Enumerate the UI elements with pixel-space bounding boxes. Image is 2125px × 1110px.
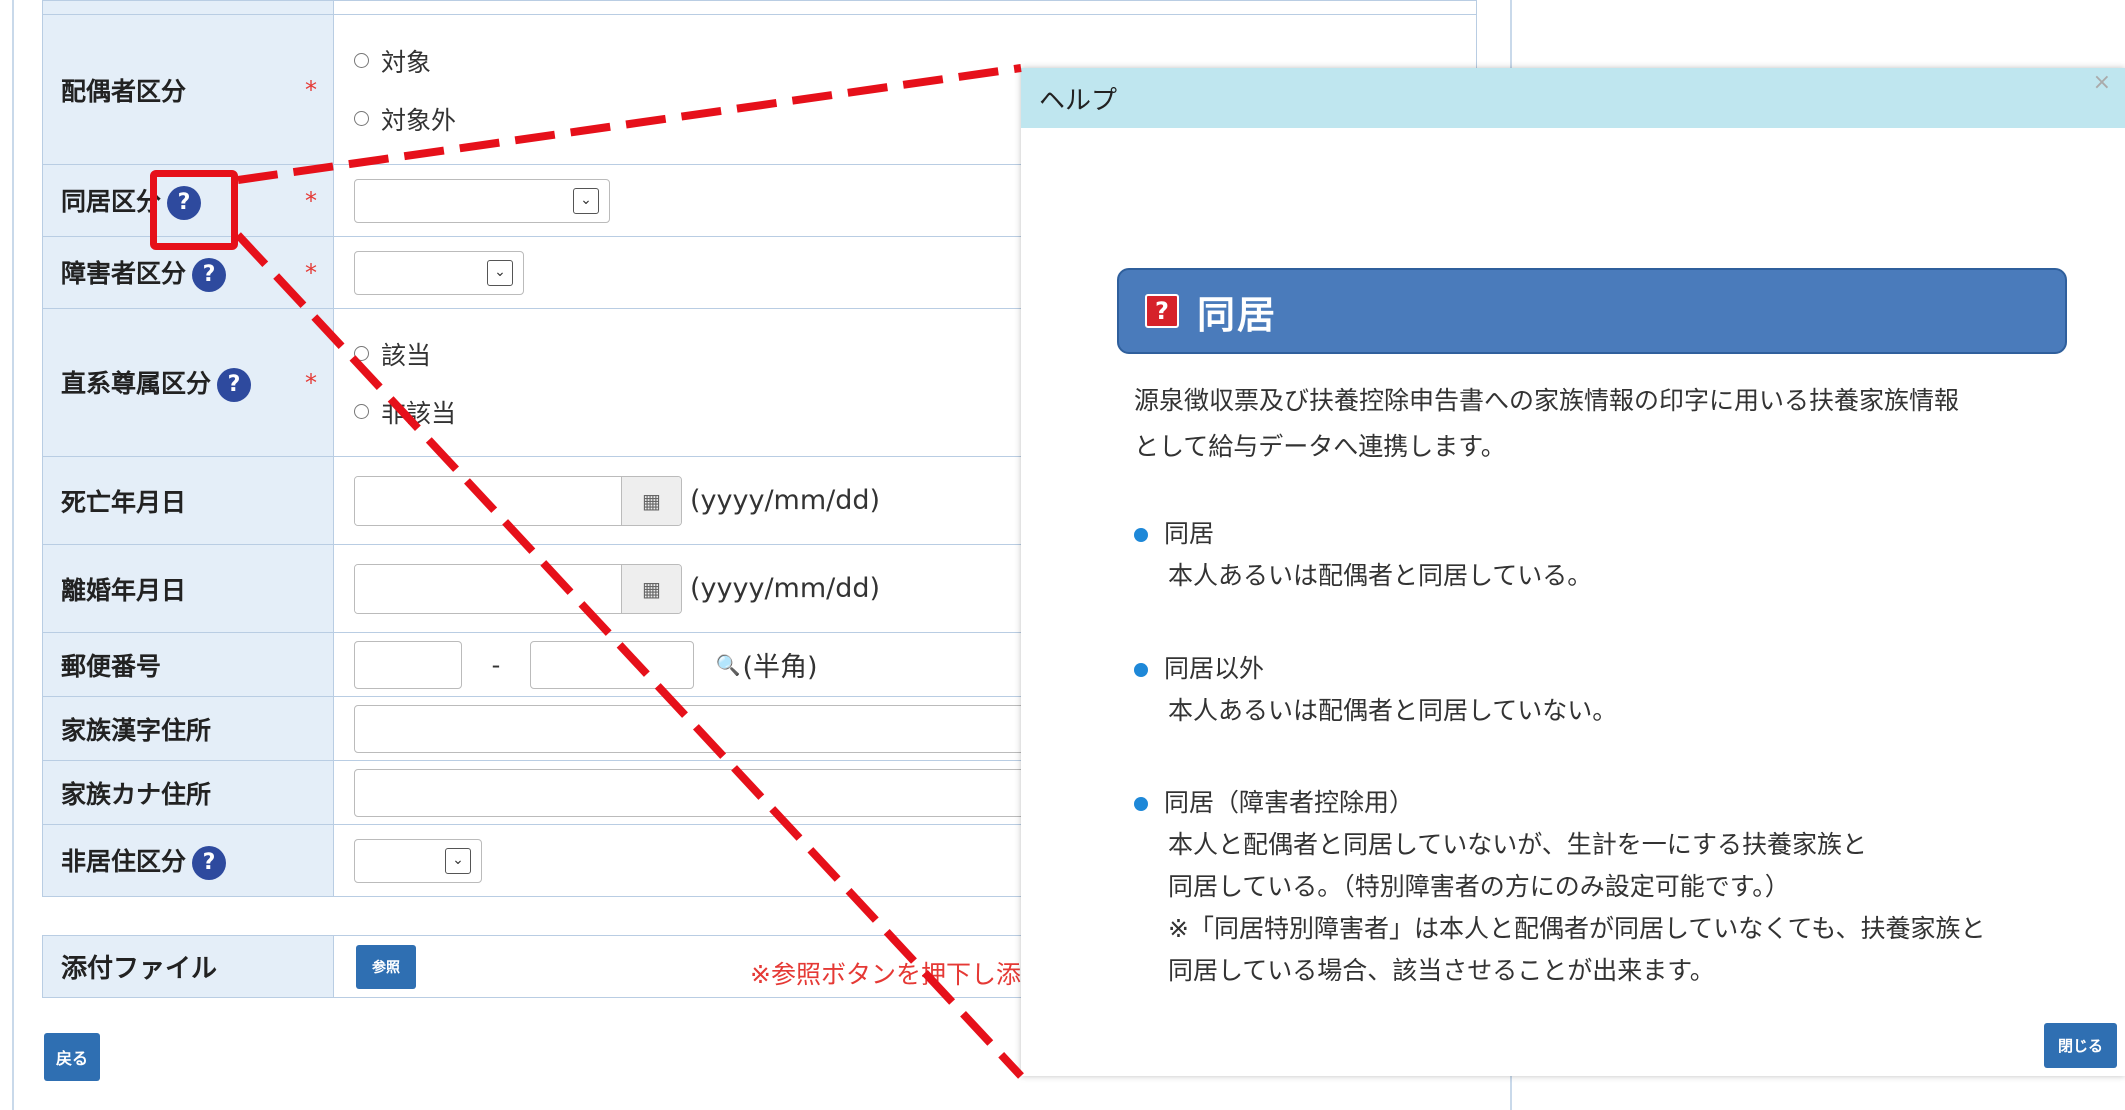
annotation-arrows [235, 64, 1024, 1079]
annotation-line-top [237, 64, 1022, 184]
annotation-line-bottom [235, 232, 1024, 1079]
